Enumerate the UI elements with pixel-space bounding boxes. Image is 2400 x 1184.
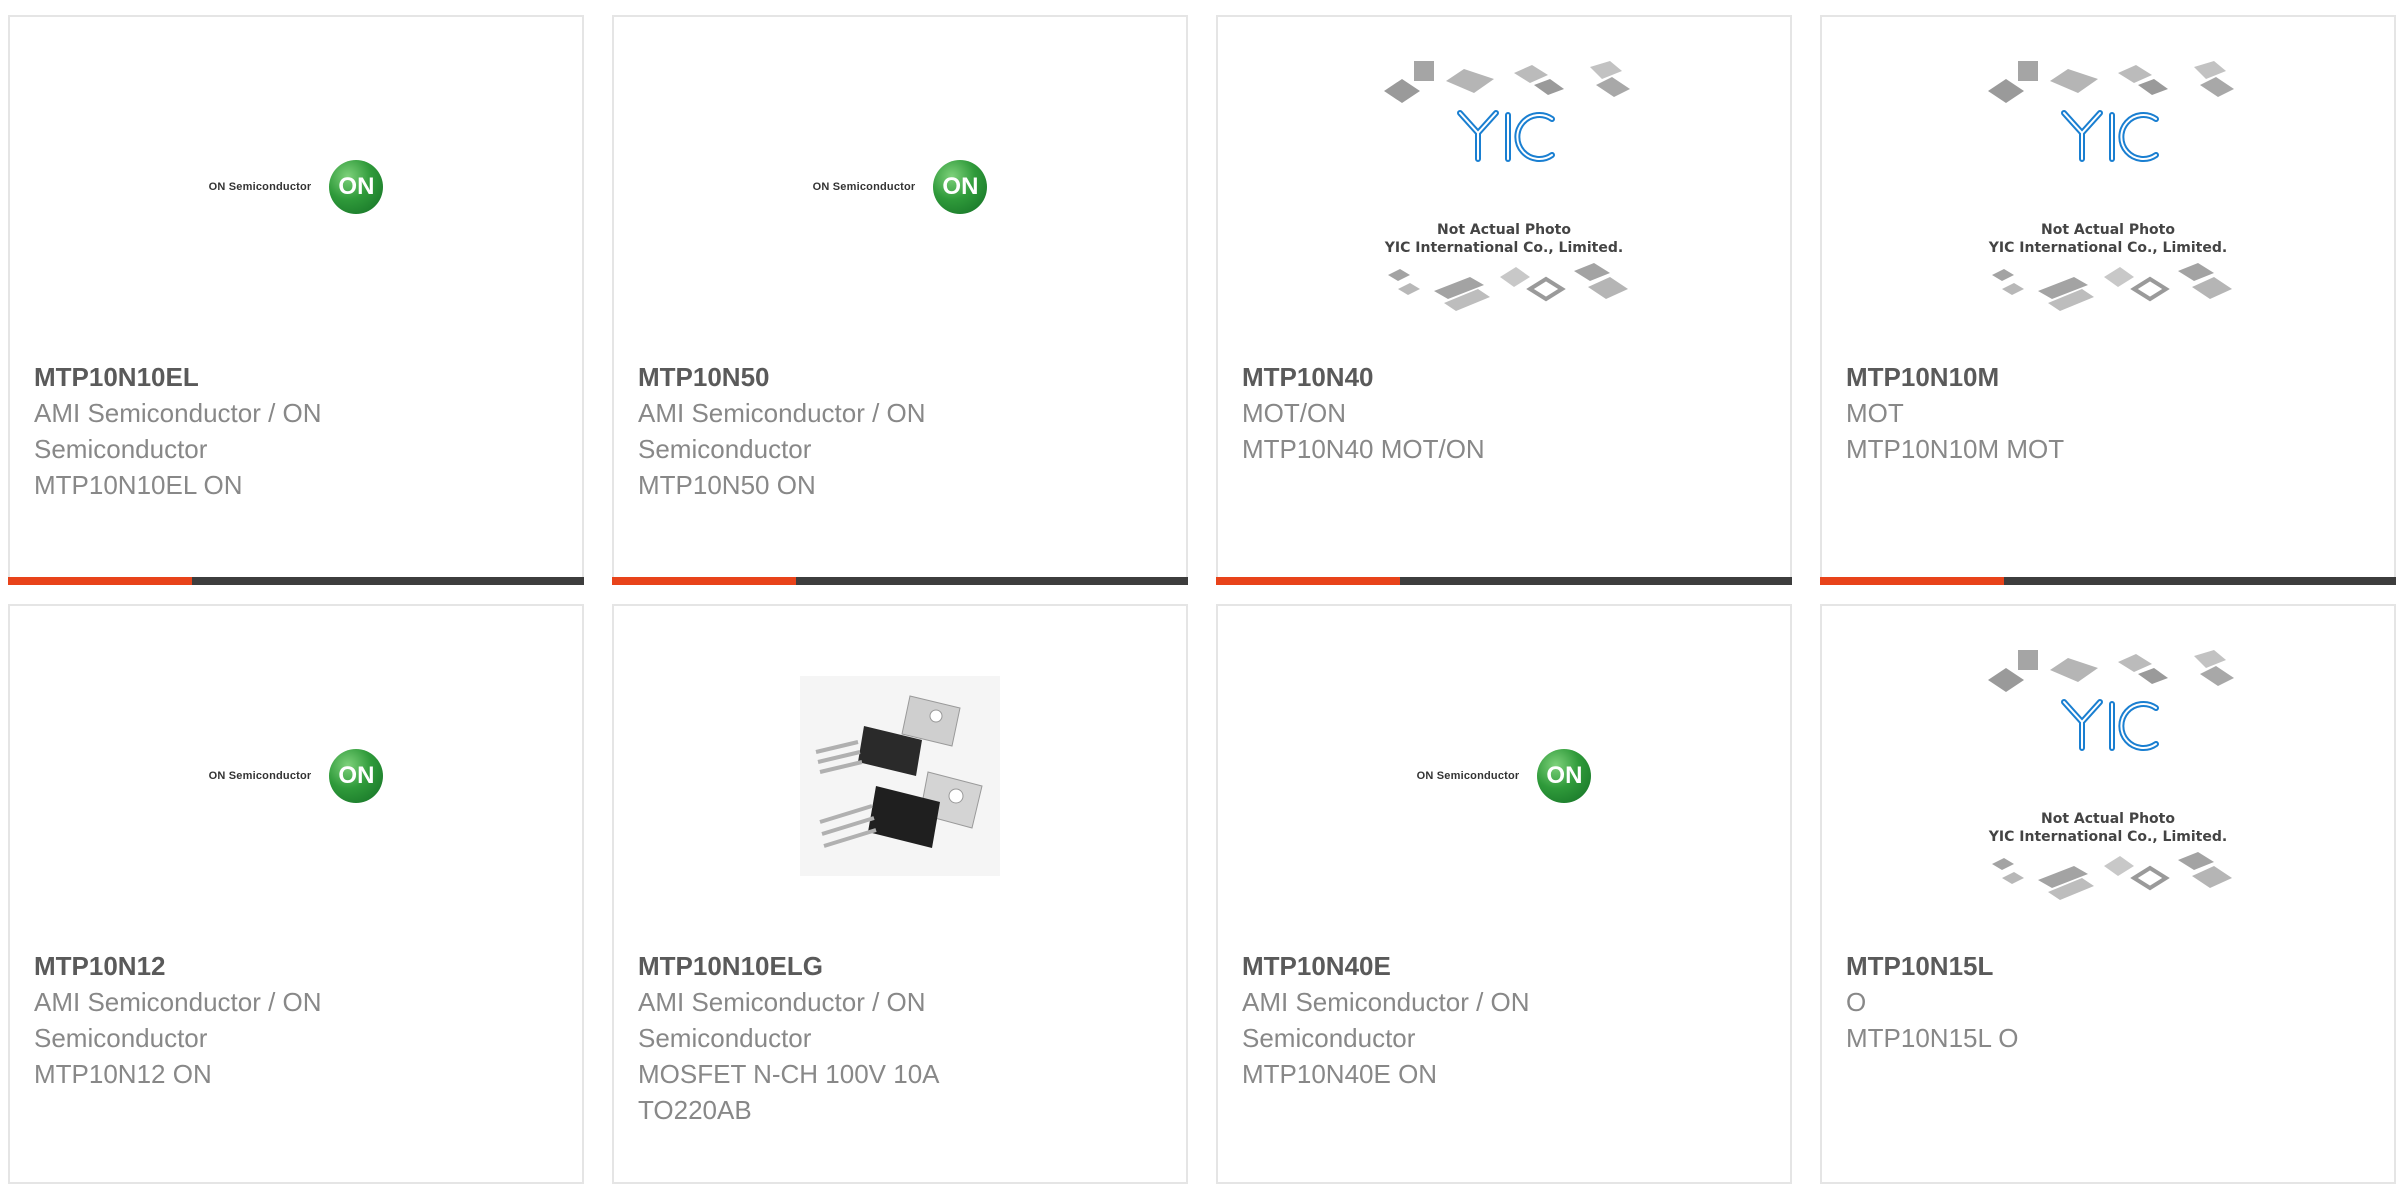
chip-packages-icon: [1388, 263, 1628, 311]
product-image[interactable]: ON Semiconductor ON: [10, 17, 582, 357]
product-info: MTP10N40E AMI Semiconductor / ON Semicondu…: [1242, 948, 1766, 1092]
yic-placeholder-image: Not Actual Photo YIC International Co., …: [1978, 650, 2238, 902]
chip-packages-icon: [1988, 61, 2234, 162]
product-image[interactable]: Not Actual Photo YIC International Co., …: [1218, 17, 1790, 357]
product-description: MTP10N10EL ON: [34, 470, 243, 500]
manufacturer-name: AMI Semiconductor / ON: [34, 987, 322, 1017]
product-info: MTP10N50 AMI Semiconductor / ON Semiconduc…: [638, 359, 1162, 503]
to220-transistor-photo: [800, 676, 1000, 876]
manufacturer-name: AMI Semiconductor / ON: [638, 398, 926, 428]
product-image[interactable]: Not Actual Photo YIC International Co., …: [1822, 17, 2394, 357]
logo-wordmark: ON Semiconductor: [1416, 770, 1520, 782]
product-info: MTP10N10ELG AMI Semiconductor / ON Semicon…: [638, 948, 1162, 1128]
placeholder-caption-1: Not Actual Photo: [2041, 222, 2175, 238]
product-info: MTP10N10M MOT MTP10N10M MOT: [1846, 359, 2370, 467]
manufacturer-name: AMI Semiconductor / ON: [1242, 987, 1530, 1017]
on-semiconductor-logo: ON Semiconductor ON: [209, 749, 384, 803]
on-logo-icon: ON: [329, 749, 384, 803]
product-info: MTP10N10EL AMI Semiconductor / ON Semicond…: [34, 359, 558, 503]
part-number-link[interactable]: MTP10N10M: [1846, 359, 2370, 395]
product-card[interactable]: ON Semiconductor ON MTP10N50 AMI Semicond…: [612, 15, 1188, 585]
manufacturer-name: AMI Semiconductor / ON: [638, 987, 926, 1017]
on-semiconductor-logo: ON Semiconductor ON: [1417, 749, 1592, 803]
part-number-link[interactable]: MTP10N40E: [1242, 948, 1766, 984]
product-description: MTP10N50 ON: [638, 470, 816, 500]
manufacturer-name: MOT/ON: [1242, 398, 1346, 428]
product-info: MTP10N40 MOT/ON MTP10N40 MOT/ON: [1242, 359, 1766, 467]
chip-packages-icon: [1384, 61, 1630, 162]
product-image[interactable]: [614, 606, 1186, 946]
product-info: MTP10N15L O MTP10N15L O: [1846, 948, 2370, 1056]
chip-packages-icon: [1988, 650, 2234, 751]
card-accent-highlight: [8, 577, 192, 585]
yic-placeholder-image: Not Actual Photo YIC International Co., …: [1374, 61, 1634, 313]
product-card[interactable]: Not Actual Photo YIC International Co., …: [1820, 15, 2396, 585]
product-image[interactable]: ON Semiconductor ON: [10, 606, 582, 946]
manufacturer-name: Semiconductor: [34, 1023, 208, 1053]
product-card[interactable]: ON Semiconductor ON MTP10N12 AMI Semicond…: [8, 604, 584, 1184]
card-accent-bar: [1216, 577, 1792, 585]
product-description: MTP10N10M MOT: [1846, 434, 2065, 464]
manufacturer-name: AMI Semiconductor / ON: [34, 398, 322, 428]
part-number-link[interactable]: MTP10N10ELG: [638, 948, 1162, 984]
card-accent-highlight: [1820, 577, 2004, 585]
on-semiconductor-logo: ON Semiconductor ON: [209, 160, 384, 214]
chip-packages-icon: [1992, 852, 2232, 900]
manufacturer-name: O: [1846, 987, 1867, 1017]
product-description: MTP10N15L O: [1846, 1023, 2019, 1053]
manufacturer-name: Semiconductor: [34, 434, 208, 464]
part-number-link[interactable]: MTP10N15L: [1846, 948, 2370, 984]
product-description: MTP10N40E ON: [1242, 1059, 1438, 1089]
product-card[interactable]: Not Actual Photo YIC International Co., …: [1216, 15, 1792, 585]
on-logo-icon: ON: [329, 160, 384, 214]
product-image[interactable]: ON Semiconductor ON: [614, 17, 1186, 357]
card-accent-bar: [612, 577, 1188, 585]
part-number-link[interactable]: MTP10N40: [1242, 359, 1766, 395]
yic-placeholder-image: Not Actual Photo YIC International Co., …: [1978, 61, 2238, 313]
on-semiconductor-logo: ON Semiconductor ON: [813, 160, 988, 214]
product-description: MTP10N12 ON: [34, 1059, 212, 1089]
card-accent-highlight: [612, 577, 796, 585]
placeholder-caption-1: Not Actual Photo: [2041, 811, 2175, 827]
logo-wordmark: ON Semiconductor: [208, 181, 312, 193]
on-logo-icon: ON: [933, 160, 988, 214]
manufacturer-name: MOSFET N-CH 100V 10A: [638, 1059, 940, 1089]
placeholder-caption-1: Not Actual Photo: [1437, 222, 1571, 238]
chip-packages-icon: [1992, 263, 2232, 311]
part-number-link[interactable]: MTP10N50: [638, 359, 1162, 395]
placeholder-caption-2: YIC International Co., Limited.: [1988, 240, 2228, 256]
card-accent-highlight: [1216, 577, 1400, 585]
product-image[interactable]: Not Actual Photo YIC International Co., …: [1822, 606, 2394, 946]
product-card[interactable]: MTP10N10ELG AMI Semiconductor / ON Semicon…: [612, 604, 1188, 1184]
product-info: MTP10N12 AMI Semiconductor / ON Semiconduc…: [34, 948, 558, 1092]
product-description: MTP10N40 MOT/ON: [1242, 434, 1485, 464]
product-card[interactable]: ON Semiconductor ON MTP10N10EL AMI Semico…: [8, 15, 584, 585]
manufacturer-name: MOT: [1846, 398, 1904, 428]
product-grid: ON Semiconductor ON MTP10N10EL AMI Semico…: [0, 0, 2400, 1184]
manufacturer-name: Semiconductor: [638, 1023, 812, 1053]
card-accent-bar: [8, 577, 584, 585]
manufacturer-name: Semiconductor: [1242, 1023, 1416, 1053]
part-number-link[interactable]: MTP10N12: [34, 948, 558, 984]
logo-wordmark: ON Semiconductor: [812, 181, 916, 193]
card-accent-bar: [1820, 577, 2396, 585]
part-number-link[interactable]: MTP10N10EL: [34, 359, 558, 395]
product-image[interactable]: ON Semiconductor ON: [1218, 606, 1790, 946]
product-card[interactable]: ON Semiconductor ON MTP10N40E AMI Semicon…: [1216, 604, 1792, 1184]
product-description: TO220AB: [638, 1095, 752, 1125]
placeholder-caption-2: YIC International Co., Limited.: [1384, 240, 1624, 256]
on-logo-icon: ON: [1537, 749, 1592, 803]
manufacturer-name: Semiconductor: [638, 434, 812, 464]
logo-wordmark: ON Semiconductor: [208, 770, 312, 782]
product-card[interactable]: Not Actual Photo YIC International Co., …: [1820, 604, 2396, 1184]
placeholder-caption-2: YIC International Co., Limited.: [1988, 829, 2228, 845]
